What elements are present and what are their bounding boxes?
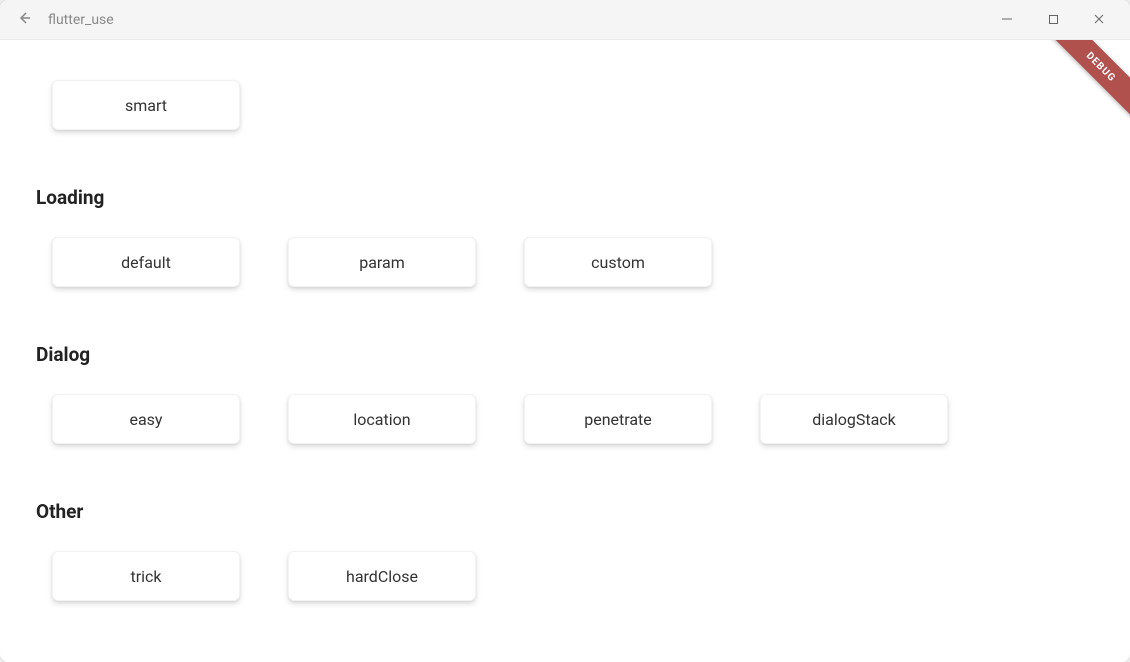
- default-button[interactable]: default: [52, 237, 240, 287]
- section-title-loading: Loading: [36, 186, 1094, 209]
- minimize-icon: [1001, 10, 1013, 29]
- button-label: hardClose: [346, 567, 418, 586]
- button-row: smart: [36, 66, 1094, 130]
- button-label: param: [359, 253, 405, 272]
- dialogstack-button[interactable]: dialogStack: [760, 394, 948, 444]
- button-label: dialogStack: [812, 410, 896, 429]
- easy-button[interactable]: easy: [52, 394, 240, 444]
- window-controls: [984, 0, 1122, 40]
- penetrate-button[interactable]: penetrate: [524, 394, 712, 444]
- button-label: trick: [130, 567, 161, 586]
- button-label: default: [121, 253, 171, 272]
- content-area: smart Loading default param custom Dialo…: [0, 40, 1130, 662]
- smart-button[interactable]: smart: [52, 80, 240, 130]
- button-label: smart: [125, 96, 167, 115]
- location-button[interactable]: location: [288, 394, 476, 444]
- custom-button[interactable]: custom: [524, 237, 712, 287]
- titlebar: flutter_use: [0, 0, 1130, 40]
- param-button[interactable]: param: [288, 237, 476, 287]
- app-window: flutter_use: [0, 0, 1130, 662]
- button-label: location: [353, 410, 410, 429]
- button-row: trick hardClose: [36, 537, 1094, 601]
- maximize-icon: [1048, 10, 1059, 29]
- section-title-dialog: Dialog: [36, 343, 1094, 366]
- button-label: easy: [129, 410, 162, 429]
- close-icon: [1093, 10, 1105, 29]
- window-title: flutter_use: [48, 12, 114, 28]
- button-label: custom: [591, 253, 645, 272]
- section-title-other: Other: [36, 500, 1094, 523]
- trick-button[interactable]: trick: [52, 551, 240, 601]
- arrow-left-icon: [16, 10, 32, 30]
- button-label: penetrate: [584, 410, 652, 429]
- hardclose-button[interactable]: hardClose: [288, 551, 476, 601]
- minimize-button[interactable]: [984, 0, 1030, 40]
- back-button[interactable]: [8, 4, 40, 36]
- button-row: default param custom: [36, 223, 1094, 287]
- maximize-button[interactable]: [1030, 0, 1076, 40]
- close-button[interactable]: [1076, 0, 1122, 40]
- button-row: easy location penetrate dialogStack: [36, 380, 1094, 444]
